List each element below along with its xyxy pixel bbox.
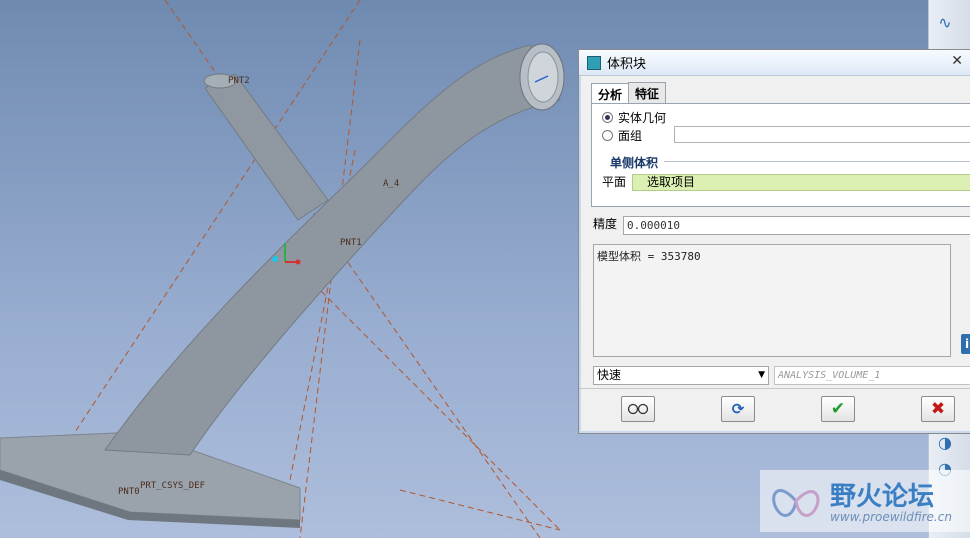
analysis-panel: 实体几何 面组 单侧体积 平面 选取项目 xyxy=(591,103,970,207)
tab-feature[interactable]: 特征 xyxy=(628,82,667,104)
volume-analysis-dialog: 体积块 ✕ 分析 特征 实体几何 面组 单侧体积 平面 选取项目 精度 0.00… xyxy=(578,49,970,434)
dialog-titlebar[interactable]: 体积块 ✕ xyxy=(579,50,970,76)
ok-button[interactable]: ✔ xyxy=(821,396,855,422)
precision-input[interactable]: 0.000010 xyxy=(623,216,970,235)
branch-tube xyxy=(204,73,329,221)
tab-analysis[interactable]: 分析 xyxy=(591,83,630,105)
precision-label: 精度 xyxy=(593,217,618,231)
dialog-title: 体积块 xyxy=(607,57,647,72)
datum-label-pnt1[interactable]: PNT1 xyxy=(340,238,362,248)
check-icon: ✔ xyxy=(830,399,846,419)
glasses-icon xyxy=(627,403,649,415)
revolve-tool-icon[interactable]: ◑ xyxy=(933,432,957,454)
analysis-name-input[interactable]: ANALYSIS_VOLUME_1 xyxy=(774,366,970,385)
x-icon: ✖ xyxy=(930,399,946,419)
repeat-button[interactable]: ⟳ xyxy=(721,396,755,422)
chevron-down-icon[interactable]: ▼ xyxy=(758,367,765,384)
datum-axis xyxy=(399,489,561,531)
info-icon[interactable]: i xyxy=(961,334,970,354)
mode-value: 快速 xyxy=(597,368,622,382)
plane-label: 平面 xyxy=(602,175,627,189)
datum-label-a4[interactable]: A_4 xyxy=(383,179,399,189)
dialog-app-icon xyxy=(587,55,601,70)
radio-solid-geometry[interactable]: 实体几何 xyxy=(602,109,666,126)
watermark-title: 野火论坛 xyxy=(830,482,935,512)
plane-collector[interactable]: 选取项目 xyxy=(632,174,970,191)
datum-axis xyxy=(299,269,561,531)
forum-watermark: 野火论坛 www.proewildfire.cn xyxy=(760,470,970,532)
dialog-tabs: 分析 特征 xyxy=(591,82,667,105)
watermark-url: www.proewildfire.cn xyxy=(830,510,952,524)
curve-tool-icon[interactable]: ∿ xyxy=(933,12,957,34)
close-icon[interactable]: ✕ xyxy=(951,53,963,69)
radio-button[interactable] xyxy=(602,130,613,141)
datum-label-pnt0[interactable]: PNT0 xyxy=(118,487,140,497)
quilt-select-field[interactable] xyxy=(674,126,970,143)
main-tube xyxy=(104,44,561,456)
preview-button[interactable] xyxy=(621,396,655,422)
one-sided-volume-label: 单侧体积 xyxy=(610,156,659,170)
group-divider xyxy=(664,161,970,162)
radio-label: 面组 xyxy=(618,129,643,143)
refresh-icon: ⟳ xyxy=(731,400,745,418)
result-text-area[interactable]: 模型体积 = 353780 xyxy=(593,244,951,357)
radio-button-selected[interactable] xyxy=(602,112,613,123)
dialog-button-bar: ⟳ ✔ ✖ xyxy=(579,388,970,433)
radio-quilt[interactable]: 面组 xyxy=(602,127,642,144)
cancel-button[interactable]: ✖ xyxy=(921,396,955,422)
datum-label-pnt2[interactable]: PNT2 xyxy=(228,76,250,86)
mode-dropdown[interactable]: 快速 ▼ xyxy=(593,366,769,385)
butterfly-logo-icon xyxy=(772,489,820,517)
main-tube-bore xyxy=(527,51,559,103)
datum-label-csys[interactable]: PRT_CSYS_DEF xyxy=(140,481,205,491)
radio-label: 实体几何 xyxy=(618,111,667,125)
